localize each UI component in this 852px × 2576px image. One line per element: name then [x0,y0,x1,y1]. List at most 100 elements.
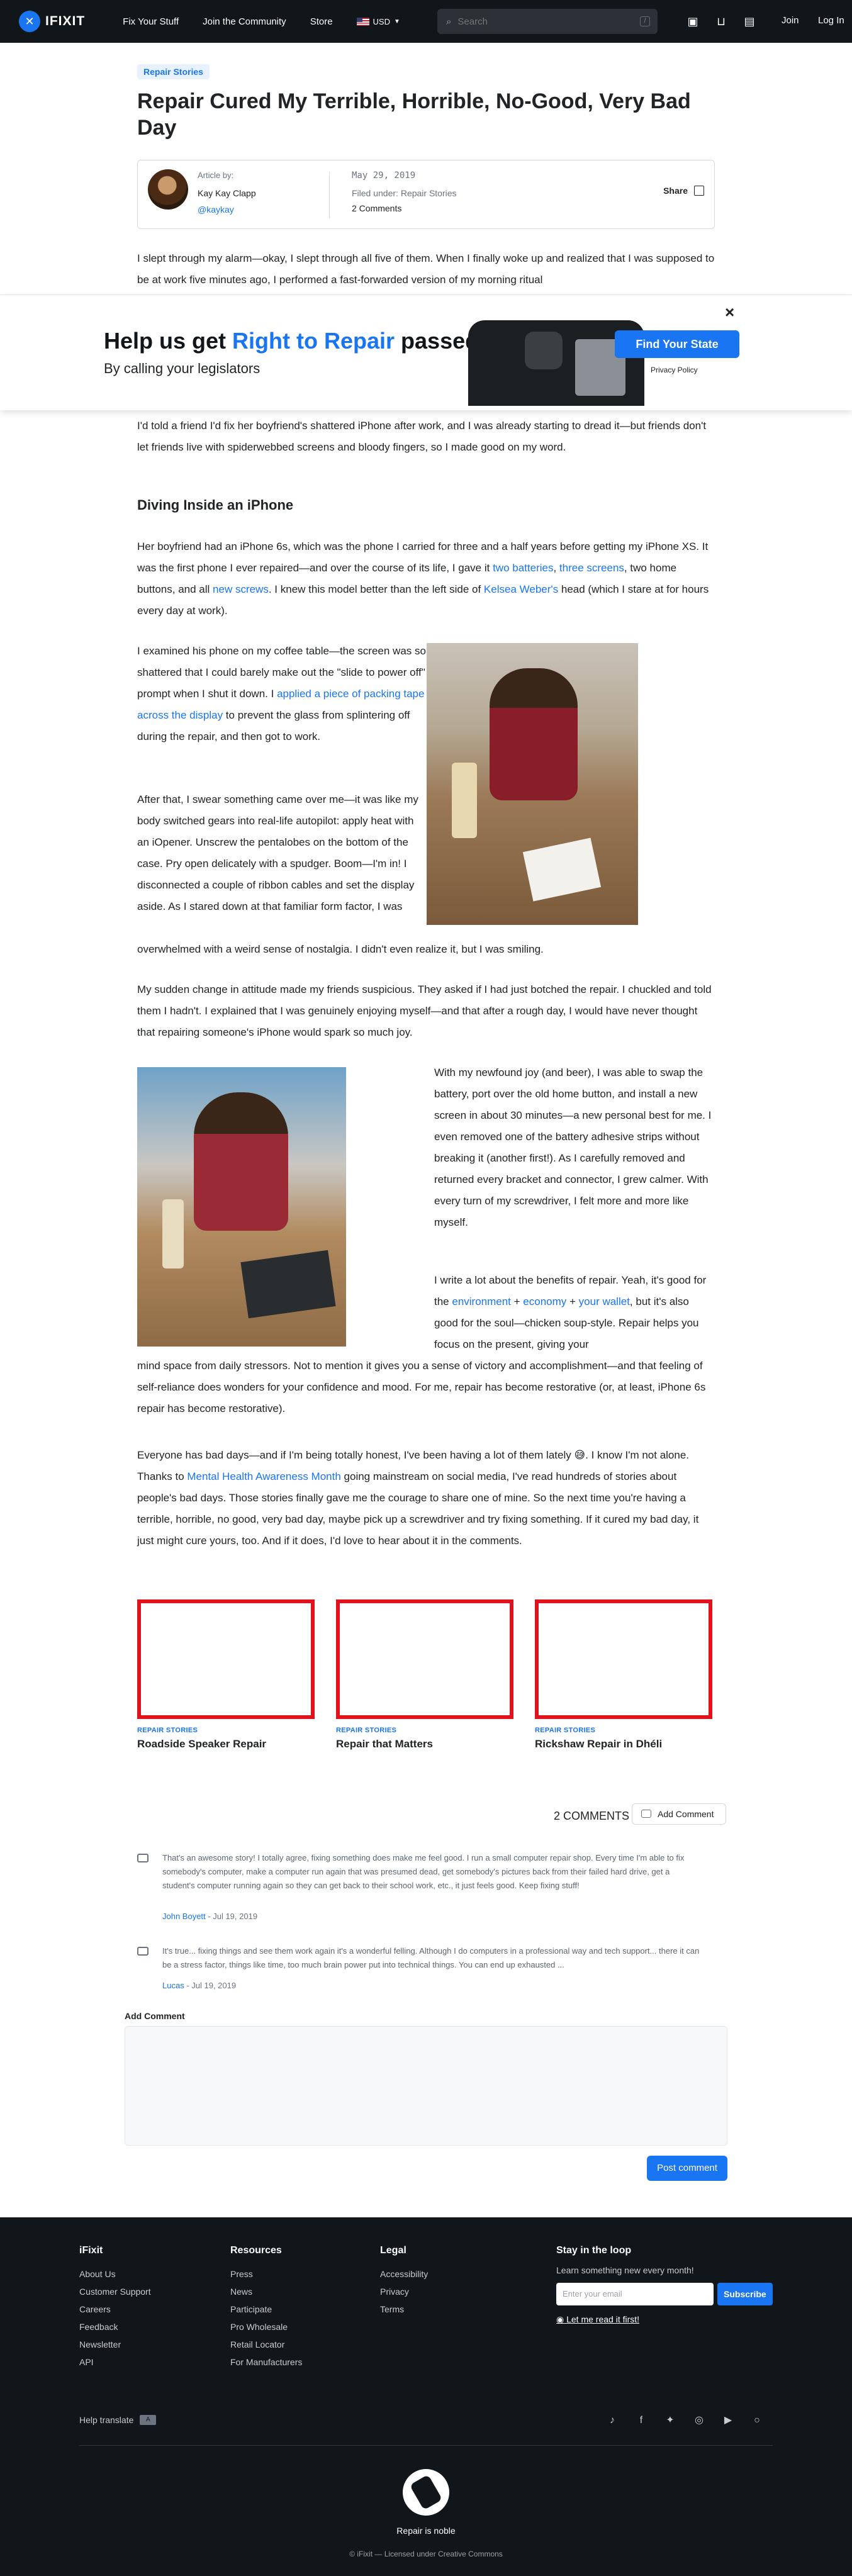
footer-link-terms[interactable]: Terms [380,2300,428,2318]
footer-link-privacy[interactable]: Privacy [380,2283,428,2300]
subscribe-button[interactable]: Subscribe [717,2283,773,2305]
cart-icon[interactable]: ⊔ [714,15,728,28]
footer-link-newsletter[interactable]: Newsletter [79,2336,151,2353]
search-box[interactable]: ⌕ / [437,9,658,34]
footer-link-participate[interactable]: Participate [230,2300,302,2318]
comment-author-link[interactable]: Lucas [162,1981,184,1990]
footer-heading: iFixit [79,2245,103,2256]
author-name[interactable]: Kay Kay Clapp [198,188,256,198]
photo-bottle [162,1199,184,1268]
related-card[interactable]: REPAIR STORIES Repair that Matters [336,1599,513,1750]
article-title: Repair Cured My Terrible, Horrible, No-G… [137,89,691,140]
chevron-down-icon[interactable]: ▼ [394,18,400,25]
footer-link-accessibility[interactable]: Accessibility [380,2265,428,2283]
phone-camera-illustration [525,332,563,369]
share-button[interactable]: Share [663,186,704,196]
share-label: Share [663,186,688,196]
twitter-icon[interactable]: ✦ [662,2412,678,2429]
banner-title-pre: Help us get [104,328,233,354]
link-environment[interactable]: environment [452,1296,511,1308]
link-economy[interactable]: economy [523,1296,566,1308]
paragraph-iphone6s: Her boyfriend had an iPhone 6s, which wa… [137,536,715,622]
related-thumbnail[interactable] [535,1599,712,1719]
footer-link-news[interactable]: News [230,2283,302,2300]
youtube-icon[interactable]: ▶ [720,2412,736,2429]
share-icon [694,186,704,196]
filed-category-link[interactable]: Repair Stories [401,188,457,198]
link-new-screws[interactable]: new screws [213,583,269,595]
footer-link-about[interactable]: About Us [79,2265,151,2283]
language-icon[interactable]: ▤ [743,15,756,28]
footer-link-press[interactable]: Press [230,2265,302,2283]
find-your-state-button[interactable]: Find Your State [615,330,739,358]
link-two-batteries[interactable]: two batteries [493,562,553,574]
comment-date: - Jul 19, 2019 [184,1981,237,1990]
category-tag[interactable]: Repair Stories [137,64,210,79]
related-thumbnail[interactable] [336,1599,513,1719]
text-span: . I knew this model better than the left… [268,583,484,595]
paragraph-intro: I slept through my alarm—okay, I slept t… [137,252,715,286]
related-title[interactable]: Rickshaw Repair in Dhéli [535,1738,712,1750]
banner-title-post: passed [395,328,479,354]
text-span: + [510,1296,524,1308]
related-card[interactable]: REPAIR STORIES Rickshaw Repair in Dhéli [535,1599,712,1750]
footer-link-api[interactable]: API [79,2353,151,2371]
comment-meta: John Boyett - Jul 19, 2019 [162,1912,257,1921]
footer-link-support[interactable]: Customer Support [79,2283,151,2300]
license-text: © iFixit — Licensed under Creative Commo… [349,2550,503,2558]
read-it-first-link[interactable]: ◉ Let me read it first! [556,2314,773,2325]
join-link[interactable]: Join [782,15,799,26]
comment-meta: Lucas - Jul 19, 2019 [162,1981,236,1990]
nav-join-community[interactable]: Join the Community [203,16,286,27]
tiktok-icon[interactable]: ♪ [604,2412,620,2429]
currency-selector[interactable]: USD [373,17,390,26]
related-card[interactable]: REPAIR STORIES Roadside Speaker Repair [137,1599,315,1750]
related-title[interactable]: Roadside Speaker Repair [137,1738,315,1750]
link-three-screens[interactable]: three screens [559,562,624,574]
footer-newsletter: Stay in the loop Learn something new eve… [556,2245,773,2325]
privacy-policy-link[interactable]: Privacy Policy [651,366,698,374]
comment-textarea[interactable] [125,2026,727,2146]
link-kelsea-weber[interactable]: Kelsea Weber's [484,583,558,595]
footer-link-retail-locator[interactable]: Retail Locator [230,2336,302,2353]
community-icon[interactable]: ○ [749,2412,765,2429]
related-tag: REPAIR STORIES [137,1727,198,1734]
banner-subtitle: By calling your legislators [104,361,261,376]
search-input[interactable] [457,16,622,27]
text-span: + [566,1296,579,1308]
nav-fix-your-stuff[interactable]: Fix Your Stuff [123,16,179,27]
footer-column-ifixit: iFixit About Us Customer Support Careers… [79,2245,151,2371]
nav-store[interactable]: Store [310,16,333,27]
photo-phone [240,1250,336,1319]
comment-author-link[interactable]: John Boyett [162,1912,206,1921]
link-mental-health[interactable]: Mental Health Awareness Month [187,1470,340,1482]
comment-icon [137,1947,149,1956]
ifixit-logo[interactable]: ✕ IFIXIT [19,11,85,32]
photo-person [194,1092,288,1231]
author-handle[interactable]: @kaykay [198,204,234,215]
instagram-icon[interactable]: ◎ [691,2412,707,2429]
top-navigation: ✕ IFIXIT Fix Your Stuff Join the Communi… [0,0,852,43]
toolbox-icon[interactable]: ▣ [686,15,700,28]
related-title[interactable]: Repair that Matters [336,1738,513,1750]
login-link[interactable]: Log In [818,15,844,26]
footer-link-pro-wholesale[interactable]: Pro Wholesale [230,2318,302,2336]
footer-link-feedback[interactable]: Feedback [79,2318,151,2336]
author-avatar[interactable] [148,169,188,210]
byline-card: Article by: Kay Kay Clapp @kaykay May 29… [137,160,715,229]
newsletter-email-input[interactable]: Enter your email [556,2283,714,2305]
footer-link-manufacturers[interactable]: For Manufacturers [230,2353,302,2371]
add-comment-button[interactable]: Add Comment [632,1803,726,1825]
footer-heading: Resources [230,2245,282,2256]
related-thumbnail[interactable] [137,1599,315,1719]
post-comment-button[interactable]: Post comment [647,2156,727,2181]
link-your-wallet[interactable]: your wallet [579,1296,630,1308]
us-flag-icon[interactable] [356,17,369,26]
comment-icon [137,1854,149,1862]
paragraph-coffee-table: I examined his phone on my coffee table—… [137,641,427,748]
comments-count-link[interactable]: 2 Comments [352,203,401,213]
facebook-icon[interactable]: f [633,2412,649,2429]
close-icon[interactable]: × [725,303,734,322]
help-translate-link[interactable]: Help translate A [79,2415,157,2425]
footer-link-careers[interactable]: Careers [79,2300,151,2318]
